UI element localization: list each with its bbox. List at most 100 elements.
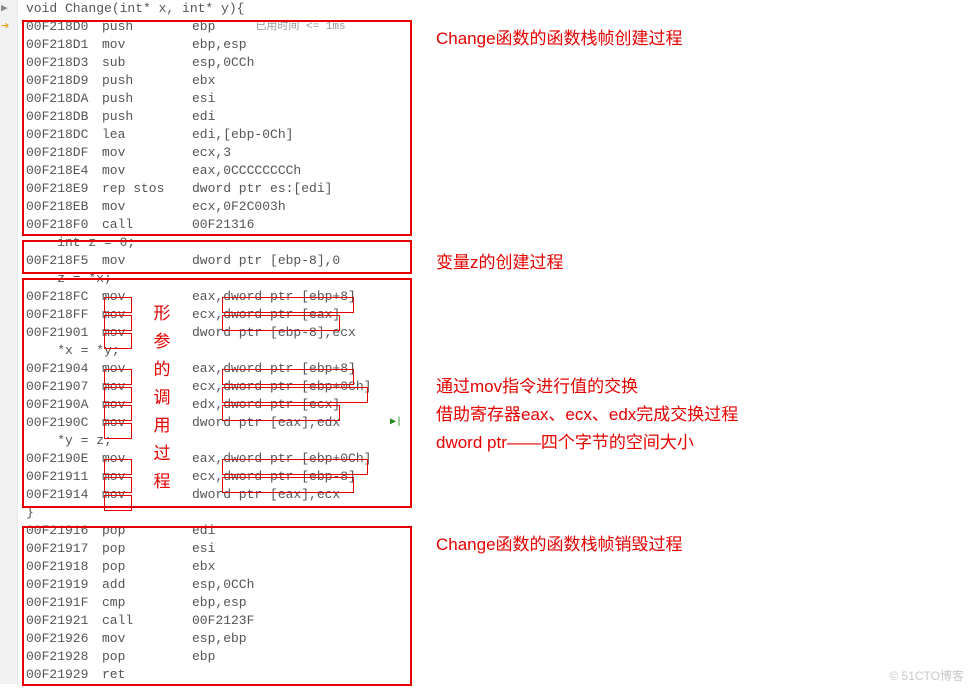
operand: 00F21316 — [192, 216, 254, 234]
address: 00F218F5 — [26, 252, 102, 270]
address: 00F21929 — [26, 666, 102, 684]
mnemonic: pop — [102, 522, 192, 540]
mnemonic: lea — [102, 126, 192, 144]
mnemonic: mov — [102, 450, 192, 468]
mnemonic: mov — [102, 144, 192, 162]
address: 00F218F0 — [26, 216, 102, 234]
mnemonic: mov — [102, 198, 192, 216]
operand: edi — [192, 522, 215, 540]
mnemonic: push — [102, 108, 192, 126]
mnemonic: mov — [102, 36, 192, 54]
operand: ecx,dword ptr [eax] — [192, 306, 340, 324]
operand: esi — [192, 540, 215, 558]
operand: ebx — [192, 72, 215, 90]
source-line: } — [18, 504, 976, 522]
address: 00F21901 — [26, 324, 102, 342]
run-arrow-icon: ▶| — [390, 414, 402, 432]
address: 00F218DF — [26, 144, 102, 162]
address: 00F218DC — [26, 126, 102, 144]
annotation-3a: 通过mov指令进行值的交换 — [436, 372, 638, 397]
breakpoint-arrow-icon[interactable]: ➔ — [1, 18, 9, 36]
operand: dword ptr [eax],ecx — [192, 486, 340, 504]
mnemonic: push — [102, 90, 192, 108]
address: 00F218E4 — [26, 162, 102, 180]
address: 00F218FF — [26, 306, 102, 324]
address: 00F218FC — [26, 288, 102, 306]
mnemonic: mov — [102, 630, 192, 648]
caret-icon: ▶ — [1, 0, 8, 18]
mnemonic: mov — [102, 252, 192, 270]
mnemonic: push — [102, 72, 192, 90]
mnemonic: call — [102, 612, 192, 630]
source-text: z = *x; — [26, 270, 112, 288]
address: 00F218E9 — [26, 180, 102, 198]
operand: ecx,3 — [192, 144, 231, 162]
address: 00F218DB — [26, 108, 102, 126]
operand: eax,dword ptr [ebp+0Ch] — [192, 450, 371, 468]
address: 00F218EB — [26, 198, 102, 216]
asm-line: 00F218DApushesi — [18, 90, 976, 108]
operand: ebp — [192, 18, 215, 36]
asm-line: 00F21928popebp — [18, 648, 976, 666]
mnemonic: mov — [102, 414, 192, 432]
asm-line: 00F218F0call00F21316 — [18, 216, 976, 234]
annotation-1: Change函数的函数栈帧创建过程 — [436, 24, 683, 49]
mnemonic: sub — [102, 54, 192, 72]
operand: ecx,dword ptr [ebp+0Ch] — [192, 378, 371, 396]
operand: dword ptr es:[edi] — [192, 180, 332, 198]
used-time-label: 已用时间 <= 1ms — [255, 18, 345, 36]
mnemonic: pop — [102, 540, 192, 558]
operand: dword ptr [ebp-8],ecx — [192, 324, 356, 342]
address: 00F218D0 — [26, 18, 102, 36]
asm-line: 00F218DCleaedi,[ebp-0Ch] — [18, 126, 976, 144]
annotation-3c: dword ptr——四个字节的空间大小 — [436, 428, 694, 453]
disassembly-view: ▶void Change(int* x, int* y){➔00F218D0pu… — [0, 0, 976, 684]
mnemonic: mov — [102, 306, 192, 324]
address: 00F21921 — [26, 612, 102, 630]
operand: 00F2123F — [192, 612, 254, 630]
address: 00F2190E — [26, 450, 102, 468]
asm-line: 00F2191Fcmpebp,esp — [18, 594, 976, 612]
source-text: *y = z; — [26, 432, 112, 450]
address: 00F21928 — [26, 648, 102, 666]
mnemonic: pop — [102, 558, 192, 576]
watermark: © 51CTO博客 — [889, 667, 964, 684]
mnemonic: mov — [102, 486, 192, 504]
asm-line: 00F218DBpushedi — [18, 108, 976, 126]
address: 00F21919 — [26, 576, 102, 594]
signature-text: void Change(int* x, int* y){ — [26, 0, 244, 18]
operand: dword ptr [eax],edx — [192, 414, 340, 432]
address: 00F218D3 — [26, 54, 102, 72]
operand: edx,dword ptr [ecx] — [192, 396, 340, 414]
operand: ebx — [192, 558, 215, 576]
operand: esp,0CCh — [192, 576, 254, 594]
source-line-signature: ▶void Change(int* x, int* y){ — [18, 0, 976, 18]
source-text: int z = 0; — [26, 234, 135, 252]
address: 00F21914 — [26, 486, 102, 504]
mnemonic: add — [102, 576, 192, 594]
operand: ecx,0F2C003h — [192, 198, 286, 216]
address: 00F218D1 — [26, 36, 102, 54]
address: 00F21916 — [26, 522, 102, 540]
address: 00F218D9 — [26, 72, 102, 90]
mnemonic: mov — [102, 468, 192, 486]
address: 00F21926 — [26, 630, 102, 648]
annotation-2: 变量z的创建过程 — [436, 248, 564, 273]
address: 00F21918 — [26, 558, 102, 576]
operand: eax,dword ptr [ebp+8] — [192, 288, 356, 306]
address: 00F21904 — [26, 360, 102, 378]
mnemonic: mov — [102, 288, 192, 306]
annotation-3b: 借助寄存器eax、ecx、edx完成交换过程 — [436, 400, 738, 425]
mnemonic: ret — [102, 666, 192, 684]
asm-line: 00F218E4moveax,0CCCCCCCCh — [18, 162, 976, 180]
operand: esi — [192, 90, 215, 108]
asm-line: 00F218DFmovecx,3 — [18, 144, 976, 162]
mnemonic: mov — [102, 324, 192, 342]
mnemonic: call — [102, 216, 192, 234]
asm-line: 00F218EBmovecx,0F2C003h — [18, 198, 976, 216]
address: 00F21917 — [26, 540, 102, 558]
operand: dword ptr [ebp-8],0 — [192, 252, 340, 270]
annotation-4: Change函数的函数栈帧销毁过程 — [436, 530, 683, 555]
gutter — [0, 0, 18, 684]
operand: edi — [192, 108, 215, 126]
